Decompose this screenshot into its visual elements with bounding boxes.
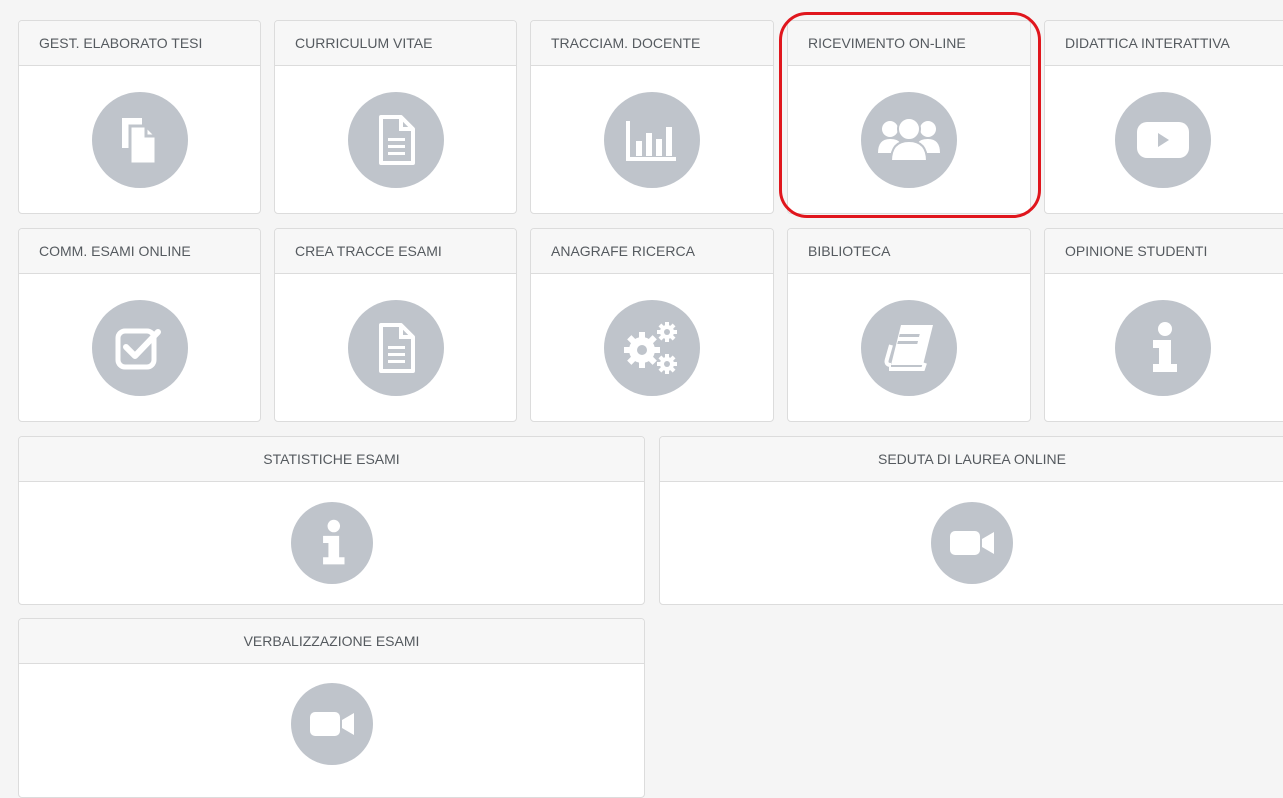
tile-didattica-interattiva[interactable]: DIDATTICA INTERATTIVA <box>1044 20 1283 214</box>
tile-curriculum-vitae[interactable]: CURRICULUM VITAE <box>274 20 517 214</box>
copy-icon <box>91 91 188 188</box>
tile-title: TRACCIAM. DOCENTE <box>531 21 773 66</box>
video-camera-icon <box>290 683 373 765</box>
tile-opinione-studenti[interactable]: OPINIONE STUDENTI <box>1044 228 1283 422</box>
tile-statistiche-esami[interactable]: STATISTICHE ESAMI <box>18 436 645 605</box>
tile-title: CREA TRACCE ESAMI <box>275 229 516 274</box>
info-icon <box>290 502 373 584</box>
tile-gest-elaborato-tesi[interactable]: GEST. ELABORATO TESI <box>18 20 261 214</box>
tile-title: STATISTICHE ESAMI <box>19 437 644 482</box>
tile-title: ANAGRAFE RICERCA <box>531 229 773 274</box>
tile-title: COMM. ESAMI ONLINE <box>19 229 260 274</box>
book-icon <box>861 299 957 396</box>
tile-anagrafe-ricerca[interactable]: ANAGRAFE RICERCA <box>530 228 774 422</box>
bar-chart-icon <box>604 91 700 188</box>
tile-title: RICEVIMENTO ON-LINE <box>788 21 1030 66</box>
checkbox-icon <box>91 299 188 396</box>
document-icon <box>347 91 444 188</box>
document-icon <box>347 299 444 396</box>
users-icon <box>861 91 957 188</box>
tile-title: OPINIONE STUDENTI <box>1045 229 1283 274</box>
tile-title: DIDATTICA INTERATTIVA <box>1045 21 1283 66</box>
tile-seduta-di-laurea-online[interactable]: SEDUTA DI LAUREA ONLINE <box>659 436 1283 605</box>
video-camera-icon <box>931 502 1013 584</box>
tile-comm-esami-online[interactable]: COMM. ESAMI ONLINE <box>18 228 261 422</box>
gears-icon <box>604 299 700 396</box>
tile-crea-tracce-esami[interactable]: CREA TRACCE ESAMI <box>274 228 517 422</box>
tile-title: GEST. ELABORATO TESI <box>19 21 260 66</box>
tile-title: CURRICULUM VITAE <box>275 21 516 66</box>
tile-biblioteca[interactable]: BIBLIOTECA <box>787 228 1031 422</box>
tile-tracciam-docente[interactable]: TRACCIAM. DOCENTE <box>530 20 774 214</box>
tile-title: VERBALIZZAZIONE ESAMI <box>19 619 644 664</box>
tile-ricevimento-on-line[interactable]: RICEVIMENTO ON-LINE <box>787 20 1031 214</box>
info-icon <box>1115 299 1211 396</box>
tile-title: SEDUTA DI LAUREA ONLINE <box>660 437 1283 482</box>
play-icon <box>1115 91 1211 188</box>
tile-verbalizzazione-esami[interactable]: VERBALIZZAZIONE ESAMI <box>18 618 645 798</box>
tile-title: BIBLIOTECA <box>788 229 1030 274</box>
